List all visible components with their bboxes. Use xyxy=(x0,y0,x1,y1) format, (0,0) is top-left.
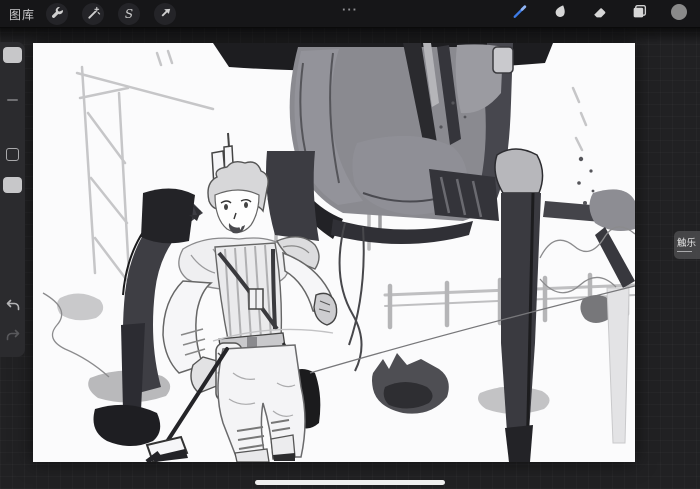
undo-button[interactable] xyxy=(4,298,21,319)
brush-size-slider[interactable] xyxy=(3,47,22,63)
home-indicator[interactable] xyxy=(255,480,445,485)
selection-button[interactable]: S xyxy=(118,2,140,25)
layers-button[interactable] xyxy=(628,3,650,25)
undo-icon xyxy=(5,298,21,319)
layers-icon xyxy=(631,3,648,25)
redo-button[interactable] xyxy=(4,328,21,349)
color-swatch xyxy=(670,3,688,26)
mech-sketch xyxy=(93,43,635,462)
drawing-canvas[interactable] xyxy=(33,43,635,462)
transform-button[interactable] xyxy=(154,2,176,25)
opacity-slider[interactable] xyxy=(3,177,22,193)
actions-button[interactable] xyxy=(46,2,68,25)
magic-wand-icon xyxy=(86,6,101,21)
wrench-icon xyxy=(50,6,65,21)
paint-tool-button[interactable] xyxy=(508,3,530,25)
watermark-subline xyxy=(677,250,692,252)
brush-sidebar xyxy=(0,42,25,357)
smudge-icon xyxy=(551,3,568,25)
eraser-icon xyxy=(591,3,608,25)
smudge-tool-button[interactable] xyxy=(548,3,570,25)
watermark-label: 触乐 xyxy=(677,237,697,249)
modify-button[interactable] xyxy=(6,148,19,161)
selection-s-icon: S xyxy=(124,6,134,21)
adjustments-button[interactable] xyxy=(82,2,104,25)
procreate-app-window: 图库 S ··· 触乐 xyxy=(0,0,700,489)
slider-tick xyxy=(7,99,18,101)
brush-icon xyxy=(511,3,528,25)
artwork-sketch xyxy=(42,43,635,462)
rubble-sketch xyxy=(372,353,449,414)
top-toolbar: 图库 S ··· xyxy=(0,0,700,43)
redo-icon xyxy=(5,328,21,349)
gallery-button[interactable]: 图库 xyxy=(9,6,35,23)
canvas-menu-dots[interactable]: ··· xyxy=(342,2,358,17)
watermark-badge: 触乐 xyxy=(674,231,700,259)
erase-tool-button[interactable] xyxy=(588,3,610,25)
transform-arrow-icon xyxy=(158,6,173,21)
color-swatch-button[interactable] xyxy=(668,3,690,25)
